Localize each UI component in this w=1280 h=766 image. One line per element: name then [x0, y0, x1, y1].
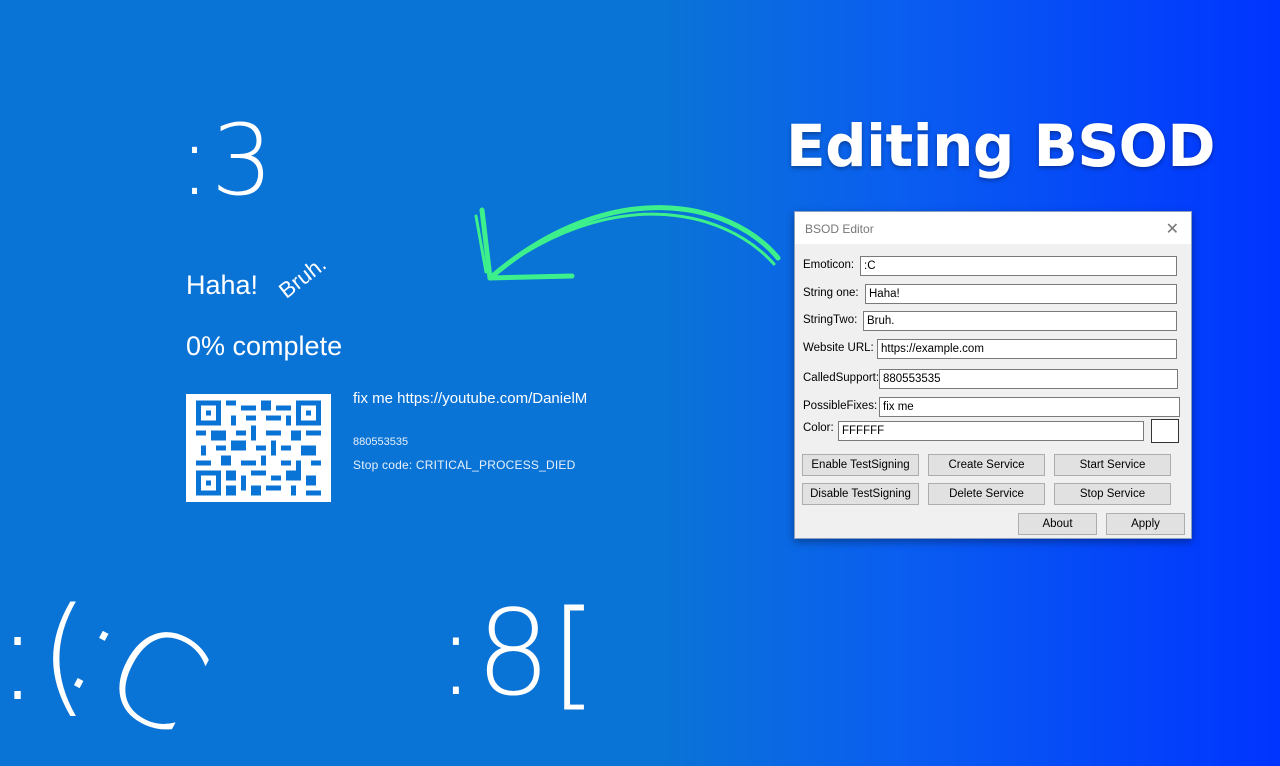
color-field[interactable]: FFFFFF [838, 421, 1144, 441]
called-support-label: CalledSupport: [803, 372, 880, 384]
bsod-string-one: Haha! [186, 270, 259, 300]
disable-testsigning-button[interactable]: Disable TestSigning [802, 483, 919, 505]
string-two-label: StringTwo: [803, 314, 858, 326]
bsod-stop-code: Stop code: CRITICAL_PROCESS_DIED [353, 458, 576, 472]
stop-service-button[interactable]: Stop Service [1054, 483, 1171, 505]
bsod-editor-window: BSOD Editor ✕ Emoticon: :C String one: H… [794, 211, 1192, 539]
emoticon-field[interactable]: :C [860, 256, 1177, 276]
create-service-button[interactable]: Create Service [928, 454, 1045, 476]
bsod-progress: 0% complete [186, 331, 343, 361]
window-title: BSOD Editor [805, 222, 874, 236]
close-icon[interactable]: ✕ [1166, 219, 1179, 239]
bsod-fix-line: fix me https://youtube.com/DanielM [353, 390, 588, 407]
string-two-field[interactable]: Bruh. [863, 311, 1177, 331]
color-label: Color: [803, 422, 834, 434]
start-service-button[interactable]: Start Service [1054, 454, 1171, 476]
delete-service-button[interactable]: Delete Service [928, 483, 1045, 505]
qr-code-icon [186, 394, 331, 502]
apply-button[interactable]: Apply [1106, 513, 1185, 535]
possible-fixes-label: PossibleFixes: [803, 400, 878, 412]
string-one-label: String one: [803, 287, 859, 299]
string-one-field[interactable]: Haha! [865, 284, 1177, 304]
bsod-string-two: Bruh. [273, 251, 331, 304]
headline: Editing BSOD [786, 112, 1216, 180]
called-support-field[interactable]: 880553535 [879, 369, 1178, 389]
bsod-emoticon: :3 [178, 104, 274, 218]
about-button[interactable]: About [1018, 513, 1097, 535]
enable-testsigning-button[interactable]: Enable TestSigning [802, 454, 919, 476]
website-url-field[interactable]: https://example.com [877, 339, 1177, 359]
possible-fixes-field[interactable]: fix me [879, 397, 1180, 417]
curved-arrow-icon [474, 205, 781, 281]
color-swatch[interactable] [1151, 419, 1179, 443]
website-url-label: Website URL: [803, 342, 874, 354]
title-bar: BSOD Editor ✕ [795, 212, 1191, 244]
emoticon-label: Emoticon: [803, 259, 855, 271]
bsod-support-number: 880553535 [353, 436, 409, 448]
background-face-8: :8[ [436, 584, 597, 722]
